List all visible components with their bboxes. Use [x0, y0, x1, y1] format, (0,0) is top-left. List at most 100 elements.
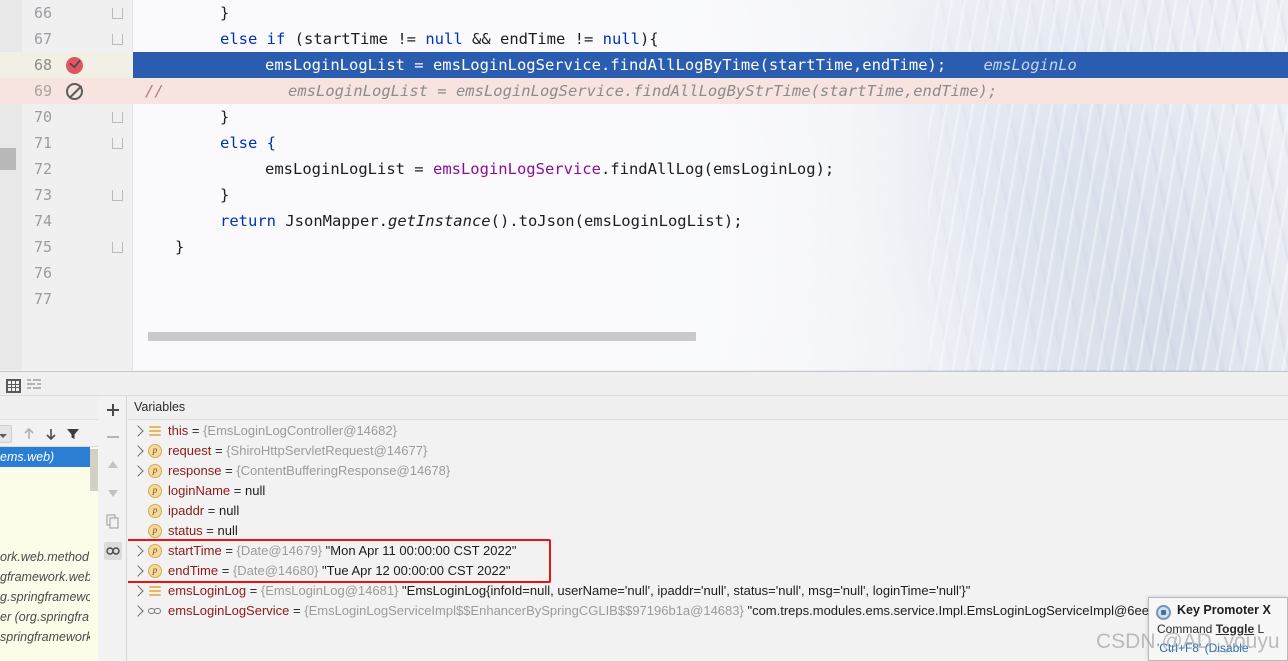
variable-text: ipaddr = null: [168, 501, 239, 521]
editor-line[interactable]: 71 else {: [0, 130, 1288, 156]
variable-equals: =: [188, 423, 204, 438]
breakpoint-verified-icon[interactable]: [66, 56, 83, 74]
frame-item[interactable]: er (org.springfra: [0, 607, 92, 627]
frame-item[interactable]: gframework.web: [0, 567, 92, 587]
key-promoter-shortcut[interactable]: 'Ctrl+F8' (Disable: [1157, 641, 1249, 655]
editor-line[interactable]: 74 return JsonMapper.getInstance().toJson…: [0, 208, 1288, 234]
line-code: else {: [220, 130, 276, 156]
variables-list[interactable]: this = {EmsLoginLogController@14682} p re…: [128, 421, 1288, 661]
code-fold-icon[interactable]: [112, 34, 123, 45]
frame-item[interactable]: [0, 507, 92, 527]
chevron-right-icon[interactable]: [132, 425, 144, 437]
editor-line[interactable]: 73}: [0, 182, 1288, 208]
variable-name: this: [168, 423, 189, 438]
variable-text: emsLoginLogService = {EmsLoginLogService…: [168, 601, 1171, 621]
grid-icon-glyph: [6, 379, 21, 393]
frame-item[interactable]: [0, 467, 92, 487]
variable-row[interactable]: p startTime = {Date@14679} "Mon Apr 11 00…: [128, 541, 1288, 561]
code-fold-icon[interactable]: [112, 190, 123, 201]
breakpoint-muted-icon[interactable]: [66, 83, 83, 100]
frames-scroll-thumb[interactable]: [90, 449, 98, 491]
chevron-right-icon[interactable]: [132, 565, 144, 577]
editor-line[interactable]: 70}: [0, 104, 1288, 130]
chevron-right-icon[interactable]: [132, 585, 144, 597]
table-icon[interactable]: [4, 376, 21, 393]
variable-value: "EmsLoginLog{infoId=null, userName='null…: [402, 583, 971, 598]
line-code: return JsonMapper.getInstance().toJson(e…: [220, 208, 743, 234]
editor-line[interactable]: 67 else if (startTime != null && endTime …: [0, 26, 1288, 52]
thread-dropdown-icon[interactable]: [0, 425, 12, 443]
proxy-icon: [148, 604, 162, 618]
frame-item[interactable]: [0, 487, 92, 507]
frame-item[interactable]: springframework: [0, 627, 92, 647]
editor-line[interactable]: 72 emsLoginLogList = emsLoginLogService.f…: [0, 156, 1288, 182]
variable-row[interactable]: p status = null: [128, 521, 1288, 541]
line-code: }: [220, 182, 229, 208]
variable-name: emsLoginLogService: [168, 603, 290, 618]
property-icon: p: [148, 524, 162, 538]
code-fold-icon[interactable]: [112, 242, 123, 253]
move-down-icon[interactable]: [104, 484, 122, 502]
variable-text: startTime = {Date@14679} "Mon Apr 11 00:…: [168, 541, 517, 561]
step-down-icon[interactable]: [42, 425, 60, 443]
frames-list[interactable]: ems.web) ork.web.method gframework.web g.sp…: [0, 447, 98, 661]
frames-header: [0, 396, 98, 420]
move-up-icon[interactable]: [104, 456, 122, 474]
chevron-right-icon[interactable]: [132, 605, 144, 617]
code-fold-icon[interactable]: [112, 112, 123, 123]
variable-row[interactable]: p endTime = {Date@14680} "Tue Apr 12 00:0…: [128, 561, 1288, 581]
editor-hscroll-thumb[interactable]: [148, 332, 696, 341]
key-promoter-popup[interactable]: Key Promoter X Command Toggle L 'Ctrl+F8…: [1148, 597, 1288, 661]
chevron-right-icon[interactable]: [132, 545, 144, 557]
add-icon[interactable]: [104, 401, 122, 419]
list-icon[interactable]: [26, 376, 42, 392]
frame-item[interactable]: g.springframewo: [0, 587, 92, 607]
frames-toolbar[interactable]: [0, 420, 98, 447]
frame-item[interactable]: ork.web.method: [0, 547, 92, 567]
editor-line[interactable]: 66}: [0, 0, 1288, 26]
code-token: JsonMapper.: [285, 212, 388, 230]
line-number: 75: [33, 238, 52, 256]
variable-equals: =: [221, 463, 237, 478]
line-code: }: [175, 234, 184, 260]
editor-horizontal-scrollbar[interactable]: [148, 332, 1288, 341]
chevron-right-icon[interactable]: [132, 445, 144, 457]
code-fold-icon[interactable]: [112, 138, 123, 149]
variable-row[interactable]: emsLoginLog = {EmsLoginLog@14681} "EmsLo…: [128, 581, 1288, 601]
watch-icon[interactable]: [104, 542, 122, 560]
variables-pane[interactable]: Variables this = {EmsLoginLogController@…: [128, 396, 1288, 661]
editor-line[interactable]: 76: [0, 260, 1288, 286]
variable-row[interactable]: p loginName = null: [128, 481, 1288, 501]
remove-icon[interactable]: [104, 428, 122, 446]
frames-scrollbar[interactable]: [90, 447, 98, 661]
copy-icon[interactable]: [104, 512, 122, 530]
variable-value: null: [217, 523, 238, 538]
step-up-icon[interactable]: [20, 425, 38, 443]
editor-line[interactable]: 77: [0, 286, 1288, 312]
line-code: emsLoginLogList = emsLoginLogService.fin…: [288, 78, 997, 104]
editor-line[interactable]: 68 emsLoginLogList = emsLoginLogService.f…: [0, 52, 1288, 78]
variable-row[interactable]: emsLoginLogService = {EmsLoginLogService…: [128, 601, 1288, 621]
frames-pane[interactable]: ems.web) ork.web.method gframework.web g.sp…: [0, 396, 98, 661]
editor-line[interactable]: 69 // emsLoginLogList = emsLoginLogService…: [0, 78, 1288, 104]
code-token: ().toJson(emsLoginLogList);: [490, 212, 743, 230]
variable-row[interactable]: p request = {ShiroHttpServletRequest@1467…: [128, 441, 1288, 461]
comment-marker: //: [145, 82, 164, 100]
filter-icon[interactable]: [64, 425, 82, 443]
chevron-right-icon[interactable]: [132, 465, 144, 477]
editor-line[interactable]: 75}: [0, 234, 1288, 260]
code-fold-icon[interactable]: [112, 8, 123, 19]
variable-name: startTime: [168, 543, 222, 558]
variables-toolbar[interactable]: [99, 396, 127, 661]
code-editor[interactable]: 66} 67 else if (startTime != null && endTi…: [0, 0, 1288, 370]
variable-row[interactable]: this = {EmsLoginLogController@14682}: [128, 421, 1288, 441]
code-token: }: [220, 4, 230, 22]
line-number: 73: [33, 186, 52, 204]
code-token: }: [175, 238, 185, 256]
variable-row[interactable]: p ipaddr = null: [128, 501, 1288, 521]
code-token: && endTime !=: [462, 30, 603, 48]
variable-row[interactable]: p response = {ContentBufferingResponse@14…: [128, 461, 1288, 481]
frame-item[interactable]: ems.web): [0, 447, 90, 467]
frame-item[interactable]: [0, 527, 92, 547]
key-promoter-command-bold: Toggle: [1215, 622, 1255, 636]
